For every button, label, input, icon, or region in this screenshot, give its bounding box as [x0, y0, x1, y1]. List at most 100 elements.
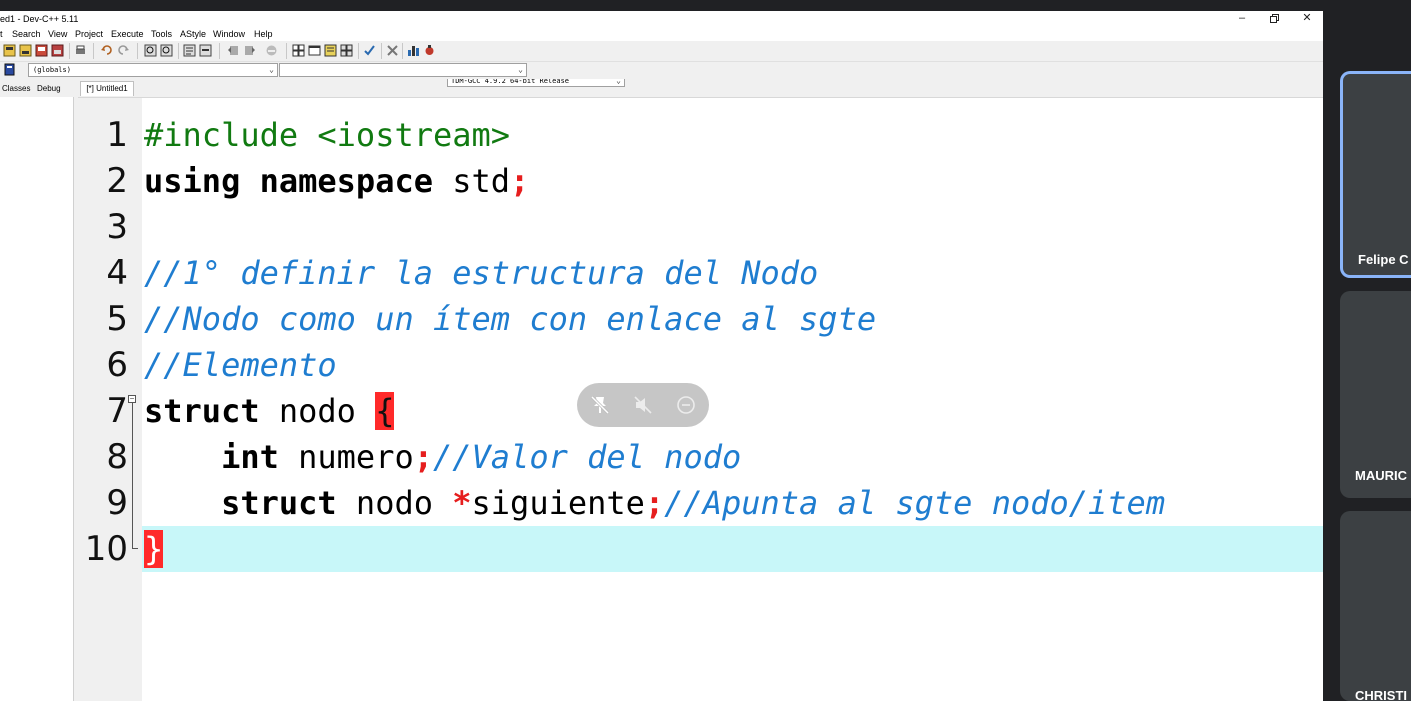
window-icon[interactable] [308, 44, 321, 57]
goto-line-icon[interactable] [183, 44, 196, 57]
code-token: ; [413, 438, 433, 476]
menu-help[interactable]: Help [254, 27, 273, 41]
menu-search[interactable]: Search [12, 27, 41, 41]
scope-combo-value: (globals) [33, 66, 71, 74]
debug-icon[interactable] [423, 44, 436, 57]
tab-untitled1[interactable]: [*] Untitled1 [80, 81, 134, 96]
line-number: 3 [106, 207, 128, 247]
code-token: nodo [336, 484, 453, 522]
code-line: struct nodo *siguiente;//Apunta al sgte … [144, 480, 1165, 526]
meet-participants-panel: Felipe C MAURIC CHRISTI [1323, 0, 1411, 701]
menu-astyle[interactable]: AStyle [180, 27, 206, 41]
open-file-icon[interactable] [19, 44, 32, 57]
code-line: using namespace std; [144, 158, 529, 204]
menu-execute[interactable]: Execute [111, 27, 144, 41]
menu-view[interactable]: View [48, 27, 67, 41]
remove-icon[interactable] [675, 394, 697, 416]
code-token: std [432, 162, 511, 200]
toolbar-separator [402, 43, 403, 59]
code-token: struct [144, 392, 260, 430]
bookmark-icon[interactable] [199, 44, 212, 57]
project-icon[interactable] [324, 44, 337, 57]
participant-tile-3[interactable]: CHRISTI [1340, 511, 1411, 701]
fold-collapse-icon[interactable]: − [128, 395, 136, 403]
current-line-highlight [142, 526, 1323, 572]
minimize-button[interactable]: – [1227, 11, 1257, 27]
code-line: int numero;//Valor del nodo [144, 434, 741, 480]
replace-icon[interactable] [160, 44, 173, 57]
check-icon[interactable] [363, 44, 376, 57]
code-line: //Nodo como un ítem con enlace al sgte [144, 296, 876, 342]
menu-window[interactable]: Window [213, 27, 245, 41]
print-icon[interactable] [74, 44, 87, 57]
unindent-icon[interactable] [227, 44, 240, 57]
code-token: //Elemento [144, 346, 337, 384]
code-token: siguiente [471, 484, 645, 522]
chevron-down-icon: ⌄ [518, 65, 523, 74]
menu-edit[interactable]: t [0, 27, 3, 41]
code-line: //Elemento [144, 342, 337, 388]
grid-icon[interactable] [340, 44, 353, 57]
title-bar: ed1 - Dev-C++ 5.11 – ✕ [0, 11, 1323, 27]
menu-project[interactable]: Project [75, 27, 103, 41]
save-icon[interactable] [35, 44, 48, 57]
line-number: 8 [106, 437, 128, 477]
code-token: //Apunta al sgte nodo/item [664, 484, 1166, 522]
code-token: ; [510, 162, 530, 200]
restore-icon [1269, 14, 1279, 23]
main-toolbar: TDM-GCC 4.9.2 64-bit Release ⌄ [0, 41, 1323, 87]
code-line: //1° definir la estructura del Nodo [144, 250, 818, 296]
menu-bar: t Search View Project Execute Tools ASty… [0, 27, 1323, 41]
code-token: struct [144, 484, 337, 522]
toggle-comment-icon[interactable] [265, 44, 278, 57]
participant-tile-2[interactable]: MAURIC [1340, 291, 1411, 498]
participant-tile-1[interactable]: Felipe C [1340, 71, 1411, 278]
toolbar-separator [93, 43, 94, 59]
chart-icon[interactable] [407, 44, 420, 57]
code-token: //1° definir la estructura del Nodo [144, 254, 819, 292]
toolbar-separator [137, 43, 138, 59]
class-browser-panel [0, 97, 74, 701]
undo-icon[interactable] [100, 44, 113, 57]
code-line: } [144, 526, 164, 572]
toolbar-separator [69, 43, 70, 59]
line-number: 2 [106, 161, 128, 201]
toolbar-separator [358, 43, 359, 59]
new-file-icon[interactable] [3, 44, 16, 57]
tab-classes[interactable]: Classes [0, 82, 32, 96]
window-title: ed1 - Dev-C++ 5.11 [0, 14, 79, 24]
line-number: 9 [106, 483, 128, 523]
mute-icon[interactable] [632, 394, 654, 416]
fold-line [132, 403, 133, 549]
unpin-icon[interactable] [589, 394, 611, 416]
close-button[interactable]: ✕ [1292, 11, 1322, 27]
code-token: ; [644, 484, 665, 522]
toolbar-separator [286, 43, 287, 59]
devcpp-window: ed1 - Dev-C++ 5.11 – ✕ t Search View Pro… [0, 11, 1323, 701]
save-all-icon[interactable] [51, 44, 64, 57]
line-number: 10 [84, 529, 128, 569]
member-combo[interactable]: ⌄ [279, 63, 527, 77]
line-number: 4 [106, 253, 128, 293]
class-browser-icon[interactable] [3, 63, 16, 76]
menu-tools[interactable]: Tools [151, 27, 172, 41]
find-icon[interactable] [144, 44, 157, 57]
restore-button[interactable] [1259, 11, 1289, 27]
layout-icon[interactable] [292, 44, 305, 57]
toolbar-separator [219, 43, 220, 59]
code-token: numero [278, 438, 414, 476]
floating-controls [577, 383, 709, 427]
line-number: 1 [106, 115, 128, 155]
code-token: nodo [259, 392, 376, 430]
code-token: { [375, 392, 395, 430]
redo-icon[interactable] [117, 44, 130, 57]
indent-icon[interactable] [243, 44, 256, 57]
code-line: struct nodo { [144, 388, 395, 434]
scope-combo[interactable]: (globals) ⌄ [28, 63, 278, 77]
line-number: 5 [106, 299, 128, 339]
stop-icon[interactable] [386, 44, 399, 57]
code-token: * [452, 484, 472, 522]
fold-line-end [132, 548, 138, 549]
code-token: //Nodo como un ítem con enlace al sgte [144, 300, 877, 338]
tab-debug[interactable]: Debug [35, 82, 63, 96]
